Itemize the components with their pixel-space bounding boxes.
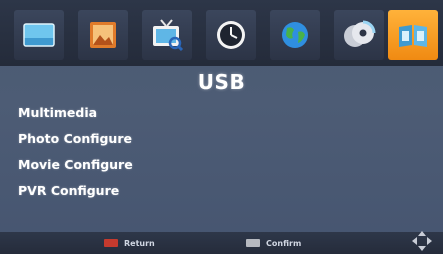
page-title: USB bbox=[197, 70, 246, 94]
tab-network[interactable] bbox=[270, 10, 320, 60]
tab-channel-search[interactable] bbox=[142, 10, 192, 60]
confirm-hint: Confirm bbox=[246, 237, 301, 249]
menu-item-pvr-configure[interactable]: PVR Configure bbox=[18, 178, 318, 204]
usb-menu-screen: USB Multimedia Photo Configure Movie Con… bbox=[0, 0, 443, 254]
picture-icon bbox=[23, 23, 55, 47]
tab-media[interactable] bbox=[334, 10, 384, 60]
ok-key-icon bbox=[246, 239, 260, 247]
tab-picture[interactable] bbox=[14, 10, 64, 60]
tv-search-icon bbox=[153, 19, 184, 52]
return-label: Return bbox=[124, 238, 155, 248]
menu-item-photo-configure[interactable]: Photo Configure bbox=[18, 126, 318, 152]
tab-photo[interactable] bbox=[78, 10, 128, 60]
globe-icon bbox=[282, 22, 308, 48]
menu-item-multimedia[interactable]: Multimedia bbox=[18, 100, 318, 126]
menu-key-icon bbox=[104, 239, 118, 247]
tab-usb[interactable] bbox=[388, 10, 438, 60]
confirm-label: Confirm bbox=[266, 238, 302, 248]
return-hint: Return bbox=[104, 237, 155, 249]
tab-time[interactable] bbox=[206, 10, 256, 60]
bottom-hint-bar: Return Confirm bbox=[0, 231, 443, 254]
photo-icon bbox=[90, 22, 116, 48]
navigation-pad-icon bbox=[412, 231, 432, 251]
disc-icon bbox=[344, 20, 376, 47]
menu-item-movie-configure[interactable]: Movie Configure bbox=[18, 152, 318, 178]
usb-book-icon bbox=[399, 25, 427, 47]
top-tab-bar bbox=[0, 0, 443, 66]
clock-icon bbox=[217, 21, 245, 49]
usb-menu: Multimedia Photo Configure Movie Configu… bbox=[18, 100, 318, 204]
